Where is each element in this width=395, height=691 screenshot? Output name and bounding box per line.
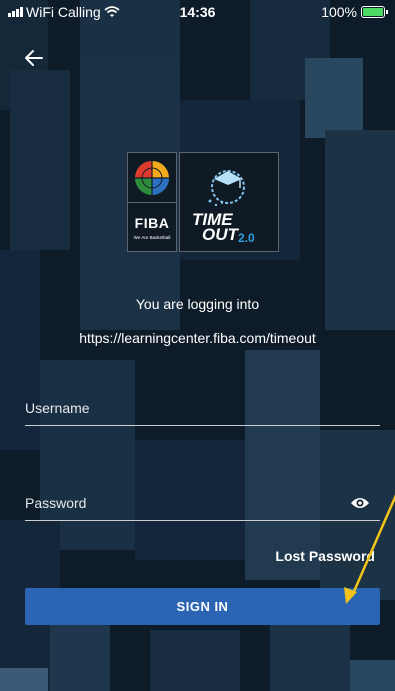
status-right: 100% (321, 4, 388, 20)
back-button[interactable] (22, 46, 46, 70)
battery-percent: 100% (321, 4, 357, 20)
fiba-tagline: We Are Basketball (133, 234, 171, 240)
timeout-logo: TIME OUT 2.0 (179, 152, 279, 252)
lost-password-link[interactable]: Lost Password (275, 548, 375, 564)
password-field[interactable]: Password (25, 489, 380, 521)
fiba-word: FIBA (134, 214, 170, 231)
username-field[interactable]: Username (25, 394, 380, 426)
fiba-ball-icon (128, 153, 176, 203)
password-label: Password (25, 495, 87, 511)
login-url: https://learningcenter.fiba.com/timeout (79, 330, 316, 346)
fiba-logo: FIBA We Are Basketball (127, 152, 177, 252)
battery-icon (361, 6, 388, 18)
login-heading: You are logging into (135, 296, 260, 312)
app-logos: FIBA We Are Basketball TIME OUT 2.0 (127, 152, 279, 252)
sign-in-button[interactable]: SIGN IN (25, 588, 380, 625)
fiba-wordmark: FIBA We Are Basketball (128, 203, 176, 251)
eye-icon[interactable] (350, 495, 370, 511)
arrow-left-icon (25, 50, 43, 66)
timeout-version: 2.0 (238, 231, 255, 245)
timeout-line2: OUT (202, 225, 238, 244)
username-label: Username (25, 400, 90, 416)
status-bar: WiFi Calling 14:36 100% (0, 0, 395, 24)
